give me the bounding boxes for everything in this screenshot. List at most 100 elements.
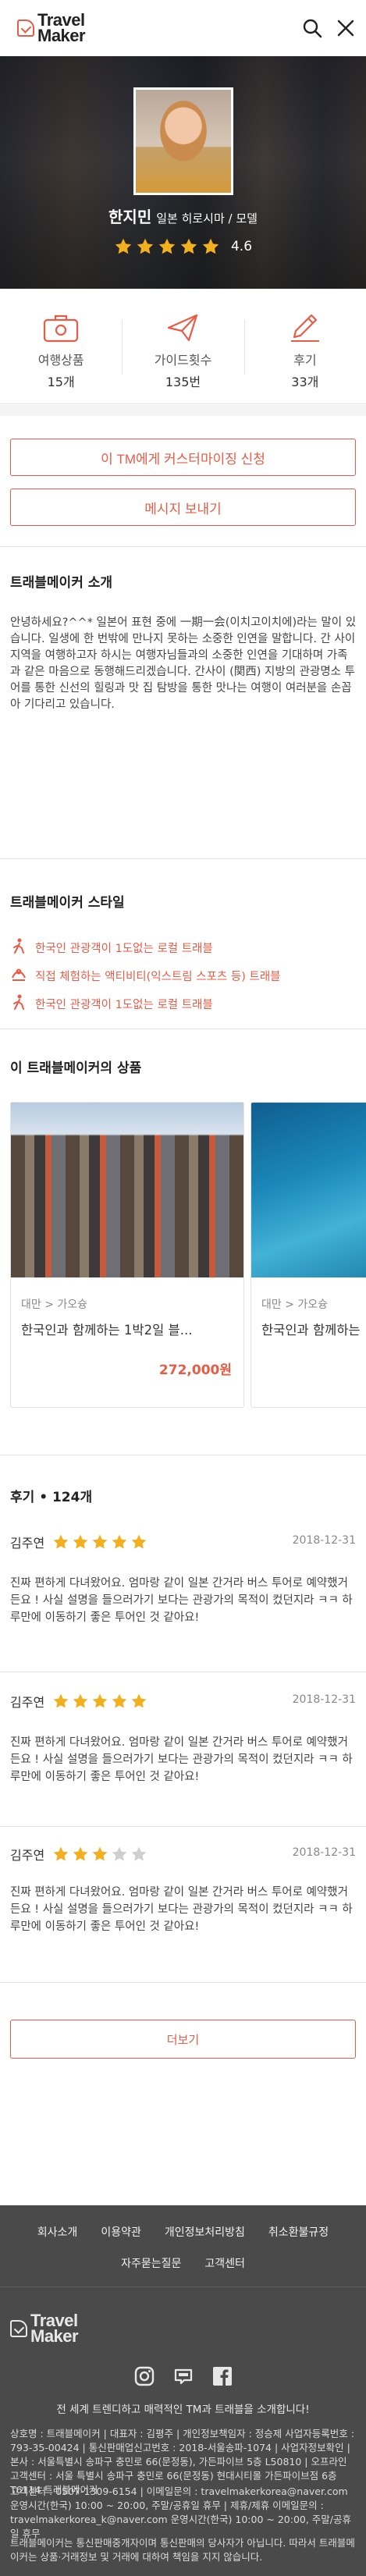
- intro-title: 트래블메이커 소개: [10, 575, 113, 591]
- top-bar: Travel Maker: [0, 0, 366, 56]
- review-text: 진짜 편하게 다녀왔어요. 엄마랑 같이 일본 간거라 버스 투어로 예약했거든…: [10, 1577, 353, 1624]
- send-message-button[interactable]: 메시지 보내기: [10, 489, 356, 526]
- style-item-label: 한국인 관광객이 1도없는 로컬 트래블: [35, 942, 213, 955]
- review-header: 김주연: [10, 1692, 147, 1711]
- facebook-icon[interactable]: [211, 2365, 233, 2387]
- instagram-icon[interactable]: [133, 2365, 155, 2387]
- profile-rating: 4.6: [0, 237, 366, 256]
- product-price: [251, 1338, 366, 1359]
- logo-line-2: Maker: [37, 26, 86, 45]
- star-icon: [115, 238, 132, 254]
- product-price: 272,000원: [158, 1363, 232, 1378]
- legal-notice: 트래블메이커는 통신판매중개자이며 통신판매의 당사자가 아닙니다. 따라서 트…: [10, 2537, 355, 2563]
- divider: [0, 858, 366, 859]
- star-icon: [73, 1693, 88, 1708]
- product-image: [251, 1103, 366, 1277]
- product-carousel[interactable]: 대만 > 가오슝 한국인과 함께하는 1박2일 블... 272,000원 대만…: [10, 1102, 366, 1408]
- star-icon: [202, 238, 219, 254]
- suitcase-icon: [0, 312, 122, 343]
- close-icon[interactable]: [336, 19, 355, 37]
- stat-products[interactable]: 여행상품 15개: [0, 289, 122, 403]
- search-icon[interactable]: [302, 18, 322, 38]
- footer-link-faq[interactable]: 자주묻는질문: [109, 2247, 193, 2279]
- footer-logo: Travel Maker: [10, 2312, 79, 2346]
- product-image: [11, 1103, 243, 1277]
- star-icon: [137, 238, 154, 254]
- profile-hero: 한지민 일본 히로시마 / 모델 4.6: [0, 56, 366, 289]
- rating-stars: [114, 237, 220, 256]
- footer-link-support[interactable]: 고객센터: [193, 2247, 257, 2279]
- star-icon: [131, 1846, 147, 1861]
- star-icon: [92, 1846, 108, 1861]
- divider: [0, 1982, 366, 1983]
- style-item: 한국인 관광객이 1도없는 로컬 트래블: [10, 990, 357, 1018]
- footer-tagline: 전 세계 트렌디하고 매력적인 TM과 트래블을 소개합니다!: [56, 2404, 310, 2416]
- review-author: 김주연: [10, 1848, 45, 1863]
- style-list: 한국인 관광객이 1도없는 로컬 트래블 직접 체험하는 액티비티(익스트림 스…: [10, 933, 357, 1018]
- star-icon: [131, 1534, 147, 1549]
- star-icon: [73, 1846, 88, 1861]
- star-icon: [73, 1534, 88, 1549]
- more-reviews-button[interactable]: 더보기: [10, 2020, 356, 2059]
- avatar: [133, 87, 233, 195]
- star-icon: [112, 1534, 127, 1549]
- footer-link-privacy[interactable]: 개인정보처리방침: [153, 2216, 257, 2247]
- review-header: 김주연: [10, 1533, 147, 1551]
- stat-label: 여행상품: [37, 353, 84, 368]
- logo-wordmark: Travel Maker: [37, 12, 86, 45]
- stat-guides[interactable]: 가이드횟수 135번: [122, 289, 243, 403]
- product-category: 대만 > 가오슝: [261, 1299, 329, 1311]
- style-item: 직접 체험하는 액티비티(익스트림 스포츠 등) 트래블: [10, 961, 357, 990]
- review-stars: [52, 1693, 147, 1710]
- style-title: 트래블메이커 스타일: [10, 895, 125, 911]
- logo-wordmark: Travel Maker: [30, 2312, 79, 2346]
- footer-nav: 회사소개 이용약관 개인정보처리방침 취소환불규정 자주묻는질문 고객센터: [0, 2205, 366, 2279]
- stat-value: 33개: [291, 375, 319, 389]
- star-icon: [53, 1534, 69, 1549]
- footer-divider: [0, 2286, 366, 2287]
- profile-name: 한지민: [108, 208, 152, 226]
- star-icon: [53, 1693, 69, 1708]
- social-links: [0, 2365, 366, 2387]
- person-walk-icon: [10, 937, 27, 958]
- style-item-label: 한국인 관광객이 1도없는 로컬 트래블: [35, 998, 213, 1011]
- footer-link-terms[interactable]: 이용약관: [89, 2216, 153, 2247]
- divider: [0, 546, 366, 547]
- customize-request-button[interactable]: 이 TM에게 커스터마이징 신청: [10, 439, 356, 476]
- stat-value: 135번: [165, 375, 201, 389]
- footer-link-about[interactable]: 회사소개: [26, 2216, 90, 2247]
- section-divider: [0, 405, 366, 416]
- product-card[interactable]: 대만 > 가오슝 한국인과 함께하는: [251, 1102, 366, 1408]
- reviews-title: 후기 • 124개: [10, 1490, 93, 1505]
- stat-label: 후기: [293, 353, 317, 368]
- star-icon: [92, 1693, 108, 1708]
- page: Travel Maker 한지민 일본 히로시마 / 모델 4.6 여행상품 1…: [0, 0, 366, 2576]
- person-walk-icon: [10, 993, 27, 1014]
- stat-reviews[interactable]: 후기 33개: [243, 289, 366, 403]
- star-icon: [131, 1693, 147, 1708]
- review-text: 진짜 편하게 다녀왔어요. 엄마랑 같이 일본 간거라 버스 투어로 예약했거든…: [10, 1736, 353, 1783]
- review-stars: [52, 1846, 147, 1863]
- intro-text: 안녕하세요?^^* 일본어 표현 중에 一期一会(이치고이치에)라는 말이 있습…: [10, 616, 357, 711]
- product-title: 한국인과 함께하는: [261, 1323, 361, 1338]
- style-item: 한국인 관광객이 1도없는 로컬 트래블: [10, 933, 357, 961]
- logo[interactable]: Travel Maker: [17, 12, 86, 45]
- footer: 회사소개 이용약관 개인정보처리방침 취소환불규정 자주묻는질문 고객센터 Tr…: [0, 2205, 366, 2576]
- star-icon: [112, 1693, 127, 1708]
- profile-name-row: 한지민 일본 히로시마 / 모델: [0, 204, 366, 227]
- star-icon: [180, 238, 197, 254]
- divider: [0, 1826, 366, 1827]
- logo-line-2: Maker: [30, 2326, 79, 2346]
- star-icon: [92, 1534, 108, 1549]
- logo-mark-icon: [17, 20, 34, 37]
- footer-link-refund[interactable]: 취소환불규정: [257, 2216, 340, 2247]
- logo-mark-icon: [10, 2320, 27, 2337]
- star-icon: [112, 1846, 127, 1861]
- products-title: 이 트래블메이커의 상품: [10, 1061, 142, 1076]
- stat-label: 가이드횟수: [154, 353, 212, 368]
- blog-icon[interactable]: [172, 2365, 194, 2387]
- product-card[interactable]: 대만 > 가오슝 한국인과 함께하는 1박2일 블... 272,000원: [10, 1102, 244, 1408]
- top-actions: [302, 18, 355, 38]
- star-icon: [158, 238, 176, 254]
- review-date: 2018-12-31: [292, 1693, 356, 1706]
